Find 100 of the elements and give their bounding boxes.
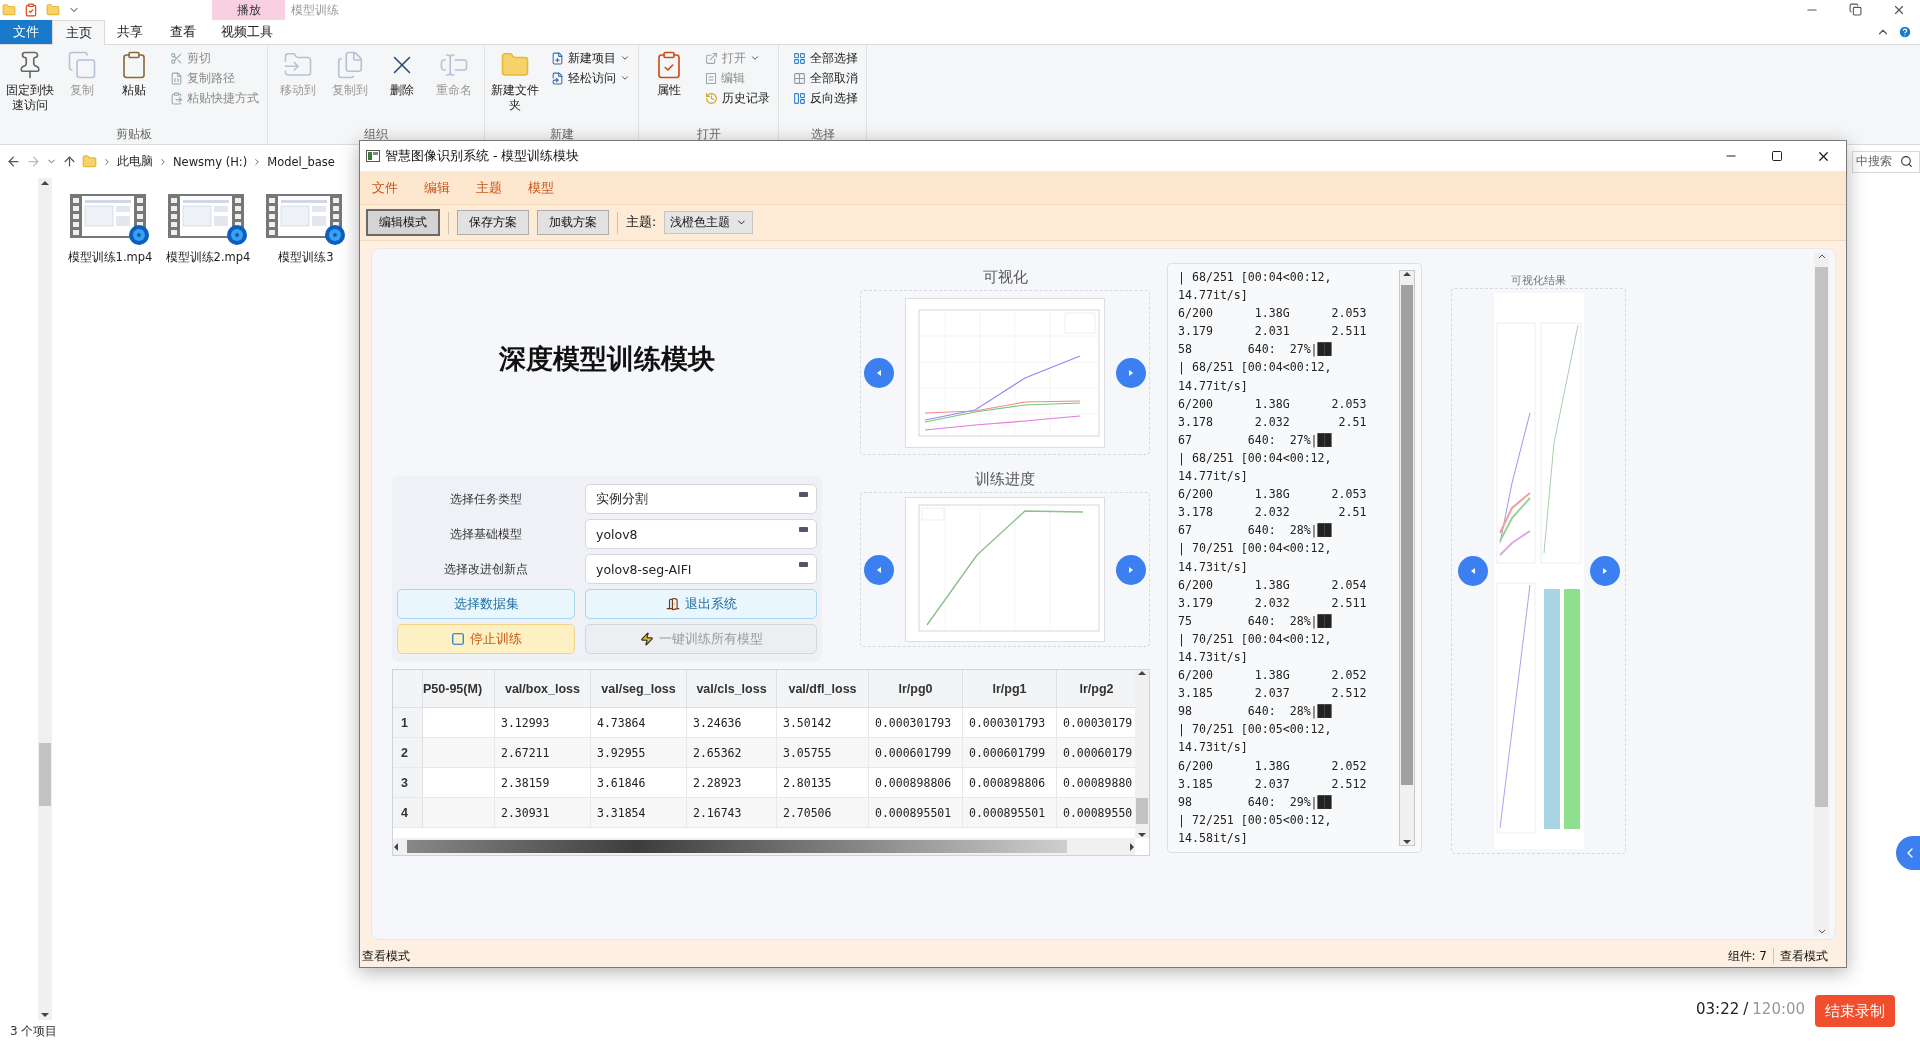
scroll-up-icon[interactable] <box>1138 670 1146 676</box>
action-button[interactable]: 退出系统 <box>585 589 817 619</box>
ribbon-button[interactable]: 新建文件夹 <box>491 48 539 115</box>
table-cell: 0.000601799 <box>963 738 1057 768</box>
video-file-icon[interactable] <box>266 192 346 246</box>
ribbon-button[interactable]: 轻松访问 <box>549 69 632 87</box>
video-file-icon[interactable] <box>168 192 248 246</box>
ribbon-button[interactable]: 固定到快速访问 <box>6 48 54 115</box>
scrollbar[interactable] <box>1399 270 1415 846</box>
scrollbar-thumb[interactable] <box>1136 798 1148 824</box>
back-icon[interactable] <box>6 154 21 169</box>
breadcrumb[interactable]: Newsmy (H:) <box>173 154 248 169</box>
close-icon[interactable] <box>1892 3 1906 17</box>
next-button[interactable] <box>1116 554 1146 585</box>
right-triangle-icon <box>1127 565 1135 574</box>
ribbon-tab[interactable]: 主页 <box>52 20 105 45</box>
column-header[interactable]: val/dfl_loss <box>777 670 869 708</box>
toolbar-button[interactable]: 加载方案 <box>537 210 609 235</box>
ribbon-tab[interactable]: 文件 <box>0 20 52 44</box>
next-button[interactable] <box>1116 357 1146 388</box>
action-button[interactable]: 选择数据集 <box>397 589 575 619</box>
log-line: 6/200 1.38G 2.052 <box>1178 757 1368 775</box>
menu-item[interactable]: 模型 <box>528 178 554 197</box>
scroll-right-icon[interactable] <box>1129 842 1135 851</box>
dropdown-field[interactable]: 实例分割 <box>585 484 817 514</box>
file-name[interactable]: 模型训练3 <box>278 250 334 265</box>
previous-button[interactable] <box>864 357 894 388</box>
scrollbar[interactable] <box>1814 253 1829 935</box>
table-cell: 3.05755 <box>777 738 869 768</box>
legend-box <box>921 507 945 521</box>
ribbon-button[interactable]: 新建项目 <box>549 49 632 67</box>
scrollbar[interactable] <box>393 838 1135 855</box>
dropdown-field[interactable]: yolov8-seg-AIFI <box>585 554 817 584</box>
column-header[interactable]: lr/pg2 <box>1057 670 1135 708</box>
scrollbar-thumb[interactable] <box>407 840 1067 853</box>
toolbar-button[interactable]: 保存方案 <box>457 210 529 235</box>
scrollbar-thumb[interactable] <box>39 743 51 806</box>
ribbon-tab[interactable]: 共享 <box>105 20 155 44</box>
theme-dropdown[interactable]: 浅橙色主题 <box>664 211 754 234</box>
file-name[interactable]: 模型训练2.mp4 <box>165 250 251 265</box>
scrollbar-thumb[interactable] <box>1815 267 1828 807</box>
ribbon-button[interactable]: 粘贴 <box>110 48 158 100</box>
menu-item[interactable]: 文件 <box>372 178 398 197</box>
file-name[interactable]: 模型训练1.mp4 <box>67 250 153 265</box>
scroll-down-icon[interactable] <box>41 1012 49 1018</box>
scrollbar[interactable] <box>38 178 52 1020</box>
log-line: | 70/251 [00:04<00:12, <box>1178 540 1333 558</box>
log-line: | 68/251 [00:04<00:12, <box>1178 269 1333 287</box>
ribbon-button[interactable]: 历史记录 <box>703 89 772 107</box>
next-button[interactable] <box>1589 556 1620 586</box>
restore-icon[interactable] <box>1849 3 1862 16</box>
breadcrumb[interactable]: 此电脑 <box>117 154 153 169</box>
stop-icon <box>450 632 465 646</box>
video-file-icon[interactable] <box>70 192 150 246</box>
ribbon-button[interactable]: 删除 <box>378 48 426 100</box>
ribbon-label: 重命名 <box>436 83 472 98</box>
scroll-up-icon[interactable] <box>1403 271 1411 277</box>
stop-recording-button[interactable]: 结束录制 <box>1815 995 1895 1027</box>
action-button[interactable]: 停止训练 <box>397 624 575 654</box>
group-label: 选择 <box>809 126 836 143</box>
column-header[interactable]: val/box_loss <box>495 670 591 708</box>
column-header[interactable]: lr/pg1 <box>963 670 1057 708</box>
menu-item[interactable]: 主题 <box>476 178 502 197</box>
table-cell: 0.000601799 <box>869 738 963 768</box>
column-header[interactable]: lr/pg0 <box>869 670 963 708</box>
scroll-down-icon[interactable] <box>1403 839 1411 845</box>
help-icon[interactable] <box>1898 25 1912 39</box>
scroll-down-icon[interactable] <box>1817 929 1826 935</box>
breadcrumb[interactable]: Model_base <box>267 154 335 169</box>
ribbon-button[interactable]: 反向选择 <box>791 89 860 107</box>
toolbar-button[interactable]: 编辑模式 <box>366 209 440 236</box>
ribbon-button[interactable]: 属性 <box>645 48 693 100</box>
folder-icon <box>46 3 60 17</box>
chevron-right-icon <box>158 156 168 167</box>
status-text: 查看模式 <box>362 947 410 965</box>
dropdown-field[interactable]: yolov8 <box>585 519 817 549</box>
up-icon[interactable] <box>62 154 77 169</box>
column-header[interactable]: val/cls_loss <box>687 670 777 708</box>
table-cell: 3.24636 <box>687 708 777 738</box>
ribbon-button[interactable]: 全部取消 <box>791 69 860 87</box>
scroll-down-icon[interactable] <box>1138 832 1146 838</box>
column-header[interactable]: P50-95(M) <box>423 670 495 708</box>
table-cell: 2.65362 <box>687 738 777 768</box>
search-field[interactable]: 中搜索 <box>1852 150 1920 173</box>
panel-title: 可视化结果 <box>1511 273 1566 288</box>
scroll-up-icon[interactable] <box>41 180 49 186</box>
column-header[interactable]: val/seg_loss <box>591 670 687 708</box>
side-tab[interactable] <box>1896 836 1920 870</box>
scroll-left-icon[interactable] <box>393 842 399 851</box>
ribbon-tab[interactable]: 视频工具 <box>210 20 283 44</box>
scrollbar-thumb[interactable] <box>1401 285 1413 785</box>
previous-button[interactable] <box>864 554 894 585</box>
table-cell: 0.000301793 <box>869 708 963 738</box>
ribbon-tab[interactable]: 查看 <box>155 20 210 44</box>
scrollbar[interactable] <box>1135 670 1149 838</box>
ribbon-button[interactable]: 全部选择 <box>791 49 860 67</box>
scroll-up-icon[interactable] <box>1817 253 1826 259</box>
previous-button[interactable] <box>1457 556 1488 586</box>
menu-item[interactable]: 编辑 <box>424 178 450 197</box>
scissors-icon <box>170 51 183 65</box>
